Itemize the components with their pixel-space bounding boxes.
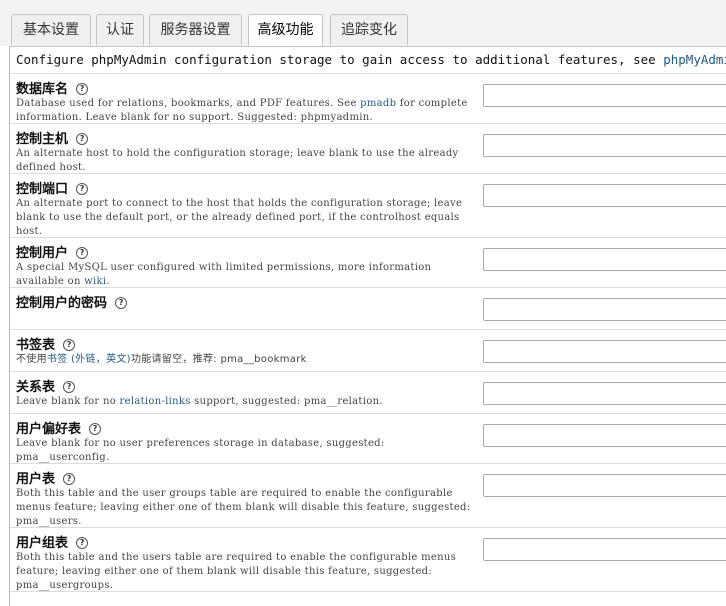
setting-row-controlpass: 控制用户的密码? bbox=[10, 288, 726, 330]
help-icon[interactable]: ? bbox=[76, 247, 89, 259]
setting-row-users: 用户表? Both this table and the user groups… bbox=[10, 464, 726, 528]
setting-label-text: 书签表 bbox=[16, 338, 56, 353]
config-storage-link[interactable]: phpMyAdmin configuration storage bbox=[663, 52, 726, 67]
desc-text: . bbox=[106, 276, 110, 287]
setting-row-userconfig: 用户偏好表? Leave blank for no user preferenc… bbox=[10, 414, 726, 464]
desc-text: A special MySQL user configured with lim… bbox=[16, 262, 432, 287]
setting-label-text: 控制主机 bbox=[16, 132, 69, 147]
setting-description: An alternate host to hold the configurat… bbox=[16, 148, 459, 173]
setting-label-text: 控制用户 bbox=[16, 246, 69, 261]
desc-text: support, suggested: pma__relation. bbox=[190, 396, 383, 407]
advanced-features-panel: Configure phpMyAdmin configuration stora… bbox=[9, 46, 726, 606]
help-icon[interactable]: ? bbox=[76, 133, 89, 145]
setting-row-bookmarktable: 书签表? 不使用书签 (外链，英文)功能请留空，推荐: pma__bookmar… bbox=[10, 330, 726, 372]
users-input[interactable] bbox=[483, 474, 726, 497]
userconfig-input[interactable] bbox=[483, 424, 726, 447]
help-icon[interactable]: ? bbox=[76, 537, 89, 549]
help-icon[interactable]: ? bbox=[115, 297, 128, 309]
pmadb-link[interactable]: pmadb bbox=[360, 98, 396, 109]
setting-description: An alternate port to connect to the host… bbox=[16, 198, 463, 237]
usergroups-input[interactable] bbox=[483, 538, 726, 561]
setting-description: A special MySQL user configured with lim… bbox=[16, 261, 471, 289]
setting-description: Leave blank for no relation-links suppor… bbox=[16, 395, 471, 409]
setting-label-text: 用户组表 bbox=[16, 536, 69, 551]
setting-row-relation: 关系表? Leave blank for no relation-links s… bbox=[10, 372, 726, 414]
setting-description: Both this table and the users table are … bbox=[16, 552, 457, 591]
setting-row-pmadb: 数据库名? Database used for relations, bookm… bbox=[10, 74, 726, 124]
setting-row-usergroups: 用户组表? Both this table and the users tabl… bbox=[10, 528, 726, 592]
help-icon[interactable]: ? bbox=[63, 339, 76, 351]
desc-text: 不使用 bbox=[16, 354, 47, 365]
setting-description: 不使用书签 (外链，英文)功能请留空，推荐: pma__bookmark bbox=[16, 353, 471, 367]
pmadb-input[interactable] bbox=[483, 84, 726, 107]
setting-description: Both this table and the user groups tabl… bbox=[16, 488, 471, 527]
setting-label-text: 控制端口 bbox=[16, 182, 69, 197]
wiki-link[interactable]: wiki bbox=[84, 276, 106, 287]
relation-input[interactable] bbox=[483, 382, 726, 405]
setting-row-controlport: 控制端口? An alternate port to connect to th… bbox=[10, 174, 726, 238]
tab-bar: 基本设置 认证 服务器设置 高级功能 追踪变化 bbox=[0, 0, 726, 47]
controlhost-input[interactable] bbox=[483, 134, 726, 157]
tab-authentication[interactable]: 认证 bbox=[96, 14, 144, 45]
bookmarktable-input[interactable] bbox=[483, 340, 726, 363]
tab-server-settings[interactable]: 服务器设置 bbox=[149, 14, 242, 45]
controlport-input[interactable] bbox=[483, 184, 726, 207]
intro-text: Configure phpMyAdmin configuration stora… bbox=[10, 47, 726, 74]
setting-label-text: 用户表 bbox=[16, 472, 56, 487]
desc-text: Database used for relations, bookmarks, … bbox=[16, 98, 361, 109]
help-icon[interactable]: ? bbox=[76, 83, 89, 95]
setting-label-text: 控制用户的密码 bbox=[16, 296, 108, 311]
intro-description: Configure phpMyAdmin configuration stora… bbox=[16, 52, 664, 67]
setting-label: 控制端口? bbox=[16, 178, 89, 197]
tab-basic-settings[interactable]: 基本设置 bbox=[11, 14, 91, 45]
help-icon[interactable]: ? bbox=[76, 183, 89, 195]
relation-links-link[interactable]: relation-links bbox=[120, 396, 191, 407]
setting-description: Leave blank for no user preferences stor… bbox=[16, 438, 385, 463]
bookmark-link[interactable]: 书签 (外链，英文) bbox=[47, 354, 131, 365]
setting-label: 用户偏好表? bbox=[16, 418, 102, 437]
setting-label: 数据库名? bbox=[16, 78, 89, 97]
setting-label-text: 用户偏好表 bbox=[16, 422, 82, 437]
help-icon[interactable]: ? bbox=[63, 381, 76, 393]
controluser-input[interactable] bbox=[483, 248, 726, 271]
desc-text: Leave blank for no bbox=[16, 396, 120, 407]
tab-advanced-features[interactable]: 高级功能 bbox=[248, 14, 323, 47]
setting-label: 书签表? bbox=[16, 334, 76, 353]
controlpass-input[interactable] bbox=[483, 298, 726, 321]
setting-label: 关系表? bbox=[16, 376, 76, 395]
setting-label-text: 数据库名 bbox=[16, 82, 69, 97]
setting-label-text: 关系表 bbox=[16, 380, 56, 395]
setting-row-controlhost: 控制主机? An alternate host to hold the conf… bbox=[10, 124, 726, 174]
setting-label: 控制用户? bbox=[16, 242, 89, 261]
setting-description: Database used for relations, bookmarks, … bbox=[16, 97, 471, 125]
desc-text: 功能请留空，推荐: pma__bookmark bbox=[130, 354, 307, 365]
setting-label: 用户组表? bbox=[16, 532, 89, 551]
help-icon[interactable]: ? bbox=[89, 423, 102, 435]
help-icon[interactable]: ? bbox=[63, 473, 76, 485]
setting-label: 用户表? bbox=[16, 468, 76, 487]
tab-tracking[interactable]: 追踪变化 bbox=[330, 14, 408, 45]
setting-row-controluser: 控制用户? A special MySQL user configured wi… bbox=[10, 238, 726, 288]
setting-label: 控制主机? bbox=[16, 128, 89, 147]
setting-label: 控制用户的密码? bbox=[16, 292, 128, 311]
